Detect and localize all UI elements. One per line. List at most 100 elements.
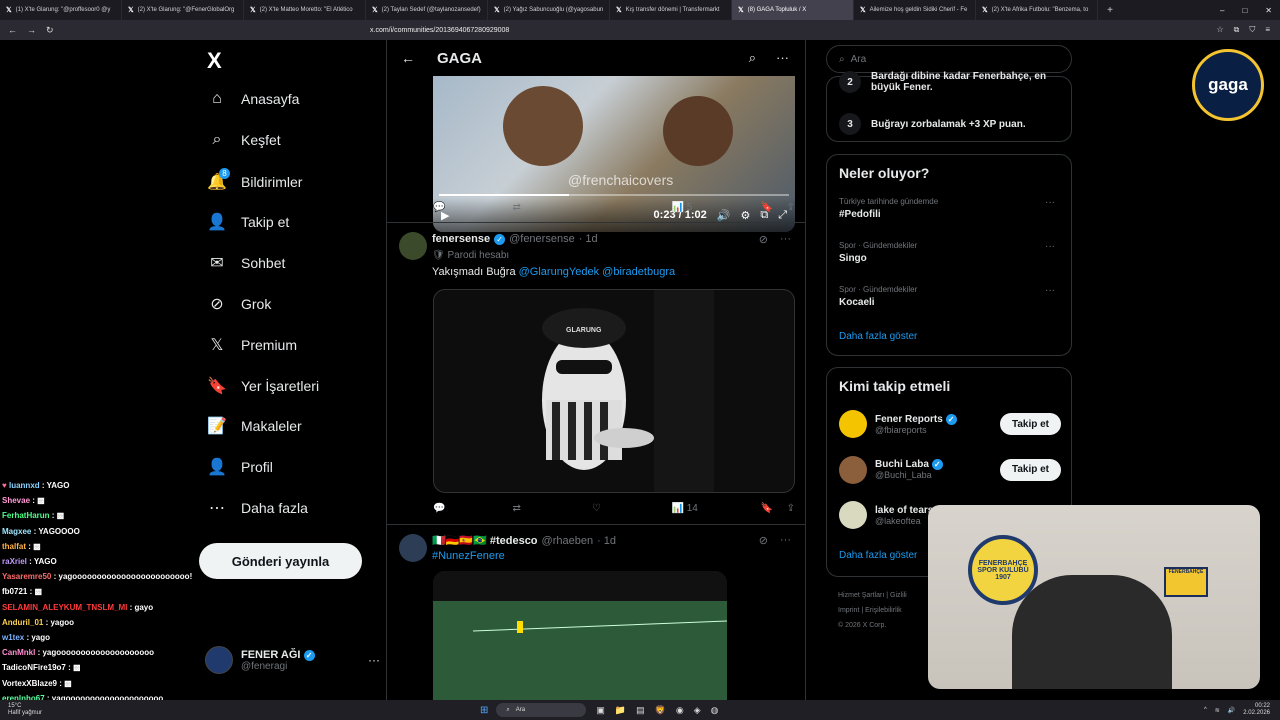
suggested-account[interactable]: Fener Reports ✓ @fbiareports Takip et xyxy=(839,410,1061,438)
more-icon[interactable]: ··· xyxy=(776,50,789,66)
brave-icon[interactable]: 🦁 xyxy=(655,705,666,716)
tray-up-icon[interactable]: ^ xyxy=(1204,707,1207,713)
like-icon[interactable]: ♡ xyxy=(592,503,672,514)
footer-link[interactable]: Imprint xyxy=(838,607,859,614)
tweet-time[interactable]: · 1d xyxy=(597,535,616,547)
footer-link[interactable]: Hizmet Şartları xyxy=(838,592,884,599)
sidebar-item-grok[interactable]: ⊘ Grok xyxy=(207,294,271,314)
forward-arrow-icon[interactable]: → xyxy=(27,25,36,36)
close-window-button[interactable]: ✕ xyxy=(1265,6,1272,15)
more-icon[interactable]: ··· xyxy=(780,534,791,547)
menu-icon[interactable]: ≡ xyxy=(1265,25,1270,35)
suggested-account[interactable]: Buchi Laba ✓ @Buchi_Laba Takip et xyxy=(839,455,1061,484)
browser-tab[interactable]: 𝕏 (2) X'te Glarung: "@FenerGlobalOrg xyxy=(122,0,244,20)
tweet-media[interactable]: GLARUNG xyxy=(433,289,795,493)
retweet-icon[interactable]: ⇄ xyxy=(513,503,593,514)
more-icon[interactable]: ··· xyxy=(780,233,791,246)
trend-item[interactable]: Spor · Gündemdekiler Singo ··· xyxy=(839,241,1061,264)
browser-tab[interactable]: 𝕏 (1) X'te Glarung: "@proffesoor0 @y xyxy=(0,0,122,20)
x-logo-icon[interactable]: X xyxy=(207,48,222,74)
search-input[interactable]: ⌕ Ara xyxy=(826,45,1072,73)
sidebar-item-takip-et[interactable]: 👤 Takip et xyxy=(207,212,289,232)
share-icon[interactable]: ⇪ xyxy=(773,202,795,213)
reply-icon[interactable]: 💬 xyxy=(433,202,513,213)
browser-tab[interactable]: 𝕏 (2) Taylan Sedef (@taylanozansedef) xyxy=(366,0,488,20)
browser-tab[interactable]: 𝕏 (2) X'te Matteo Moretto: "El Atlético xyxy=(244,0,366,20)
back-arrow-icon[interactable]: ← xyxy=(401,50,415,66)
like-icon[interactable]: ♡ xyxy=(592,202,672,213)
grok-icon[interactable]: ⊘ xyxy=(759,534,768,547)
tweet-author-name[interactable]: fenersense xyxy=(432,233,490,245)
sidebar-item-bildirimler[interactable]: 🔔 Bildirimler 8 xyxy=(207,167,302,192)
sidebar-item-keşfet[interactable]: ⌕ Keşfet xyxy=(207,131,281,149)
sidebar-item-premium[interactable]: 𝕏 Premium xyxy=(207,335,297,355)
trend-item[interactable]: Türkiye tarihinde gündemde #Pedofili ··· xyxy=(839,197,1061,220)
hashtag-link[interactable]: #NunezFenere xyxy=(432,550,505,562)
avatar[interactable] xyxy=(839,410,867,438)
post-button[interactable]: Gönderi yayınla xyxy=(199,543,362,579)
browser-tab[interactable]: 𝕏 (2) X'te Afrika Futbolu: "Benzema, to xyxy=(976,0,1098,20)
sidebar-item-makaleler[interactable]: 📝 Makaleler xyxy=(207,416,302,436)
avatar[interactable] xyxy=(399,232,427,260)
account-switcher[interactable]: FENER AĞI ✓ @feneragi ··· xyxy=(205,646,380,674)
browser-tab[interactable]: 𝕏 Kış transfer dönemi | Transfermarkt xyxy=(610,0,732,20)
start-icon[interactable]: ⊞ xyxy=(480,705,488,716)
search-icon[interactable]: ⌕ xyxy=(749,50,756,66)
sidebar-item-anasayfa[interactable]: ⌂ Anasayfa xyxy=(207,90,299,108)
url-field[interactable]: x.com/i/communities/2013694067280929008 xyxy=(370,27,770,34)
sidebar-item-daha-fazla[interactable]: ⋯ Daha fazla xyxy=(207,498,308,518)
tweet-author-handle[interactable]: @rhaeben xyxy=(542,535,594,547)
new-tab-button[interactable]: + xyxy=(1098,5,1122,16)
avatar[interactable] xyxy=(399,534,427,562)
discord-icon[interactable]: ◈ xyxy=(694,705,701,716)
avatar[interactable] xyxy=(839,501,867,529)
tweet-author-name[interactable]: 🇮🇹🇩🇪🇪🇸🇧🇷 #tedesco xyxy=(432,534,538,547)
back-arrow-icon[interactable]: ← xyxy=(8,25,17,36)
sidebar-item-profil[interactable]: 👤 Profil xyxy=(207,457,273,477)
extension-icon[interactable]: ⧉ xyxy=(1234,25,1240,35)
tweet-author-handle[interactable]: @fenersense xyxy=(509,233,575,245)
bookmark-star-icon[interactable]: ☆ xyxy=(1216,25,1223,35)
grok-icon[interactable]: ⊘ xyxy=(759,233,768,246)
store-icon[interactable]: ▤ xyxy=(636,705,645,716)
follow-button[interactable]: Takip et xyxy=(999,458,1061,481)
more-icon[interactable]: ··· xyxy=(1045,197,1055,208)
sidebar-item-yer-i-şaretleri[interactable]: 🔖 Yer İşaretleri xyxy=(207,376,319,396)
chrome-icon[interactable]: ◉ xyxy=(676,705,684,716)
browser-tab[interactable]: 𝕏 (8) GAGA Topluluk / X xyxy=(732,0,854,20)
footer-link[interactable]: Gizlili xyxy=(890,592,907,599)
bookmark-icon[interactable]: 🔖 xyxy=(751,503,773,514)
avatar[interactable] xyxy=(839,455,867,484)
browser-tab[interactable]: 𝕏 Ailemize hoş geldin Sidiki Cherif - Fe xyxy=(854,0,976,20)
trend-item[interactable]: Spor · Gündemdekiler Kocaeli ··· xyxy=(839,285,1061,308)
mention-links[interactable]: @GlarungYedek @biradetbugra xyxy=(519,266,675,278)
show-more-link[interactable]: Daha fazla göster xyxy=(839,331,917,342)
bookmark-icon[interactable]: 🔖 xyxy=(751,202,773,213)
reload-icon[interactable]: ↻ xyxy=(46,25,54,36)
minimize-button[interactable]: – xyxy=(1220,6,1224,15)
retweet-icon[interactable]: ⇄ xyxy=(513,202,593,213)
reply-icon[interactable]: 💬 xyxy=(433,503,513,514)
wifi-icon[interactable]: ≋ xyxy=(1215,707,1220,714)
browser-tab[interactable]: 𝕏 (2) Yağız Sabuncuoğlu (@yagosabun xyxy=(488,0,610,20)
folder-icon[interactable]: 📁 xyxy=(615,705,626,716)
footer-link[interactable]: Erişilebilirlik xyxy=(865,607,902,614)
tweet-time[interactable]: · 1d xyxy=(579,233,598,245)
show-more-link[interactable]: Daha fazla göster xyxy=(839,550,917,561)
shield-icon[interactable]: ⛉ xyxy=(1249,25,1255,35)
more-icon[interactable]: ··· xyxy=(1045,285,1055,296)
share-icon[interactable]: ⇪ xyxy=(773,503,795,514)
weather-widget[interactable]: 15°C Hafif yağmur xyxy=(0,703,480,717)
volume-icon[interactable]: 🔊 xyxy=(1228,707,1235,714)
more-icon[interactable]: ··· xyxy=(368,653,380,667)
app-icon[interactable]: ▣ xyxy=(596,705,605,716)
video-progress-bar[interactable] xyxy=(439,194,789,196)
app-icon[interactable]: ◍ xyxy=(711,705,719,716)
views-count[interactable]: 📊 5 xyxy=(672,202,752,213)
follow-button[interactable]: Takip et xyxy=(999,413,1061,435)
views-count[interactable]: 📊 14 xyxy=(672,503,752,514)
more-icon[interactable]: ··· xyxy=(1045,241,1055,252)
sidebar-item-sohbet[interactable]: ✉ Sohbet xyxy=(207,253,285,273)
taskbar-search[interactable]: ⌕ Ara xyxy=(496,703,587,717)
clock[interactable]: 00:22 2.02.2026 xyxy=(1243,703,1270,717)
